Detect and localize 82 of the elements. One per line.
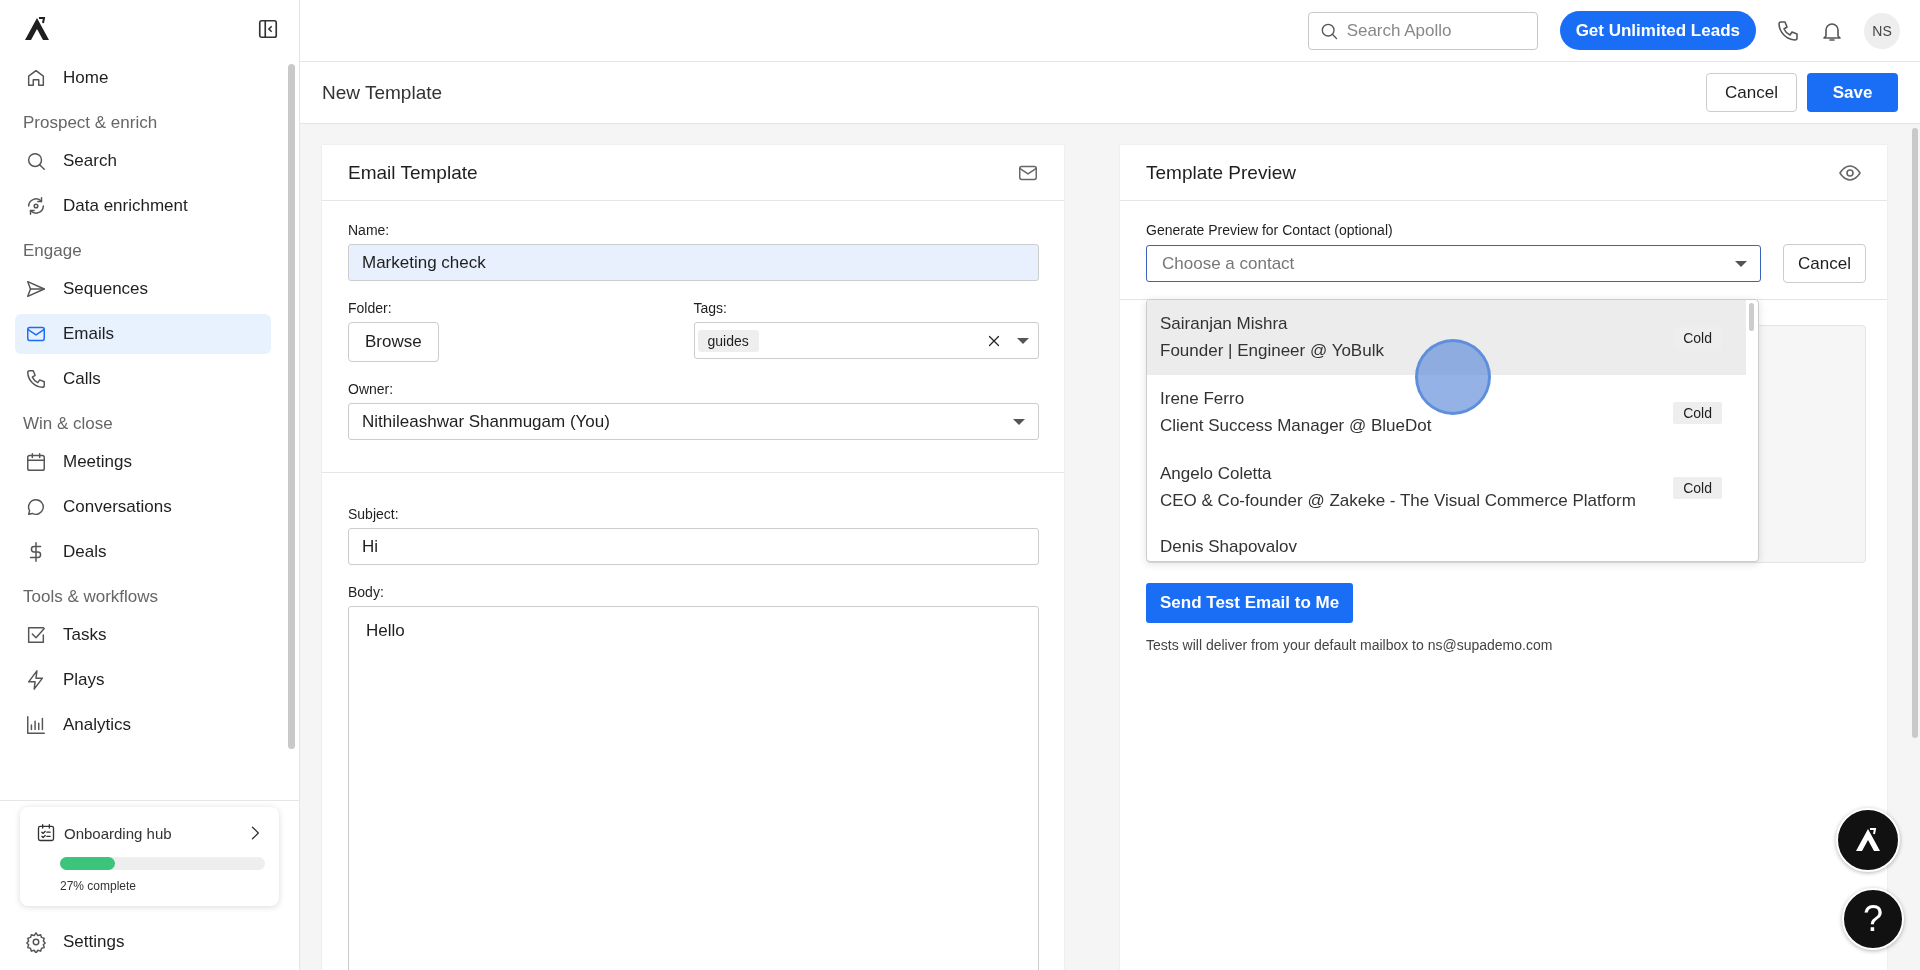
caret-icon bbox=[1017, 337, 1029, 344]
sidebar-item[interactable]: Data enrichment bbox=[15, 186, 271, 226]
field-label: Generate Preview for Contact (optional) bbox=[1146, 222, 1393, 238]
field-label: Subject: bbox=[348, 506, 399, 522]
body-text-area[interactable]: Hello bbox=[348, 606, 1039, 970]
caret-icon bbox=[1013, 418, 1025, 425]
status-tag: Cold bbox=[1673, 476, 1722, 499]
contact-title: CEO & Co-founder @ Zakeke - The Visual Commerce Platform bbox=[1160, 491, 1637, 511]
browse-button[interactable]: Browse bbox=[348, 322, 439, 362]
checklist-icon bbox=[36, 823, 56, 843]
onboarding-card[interactable]: Onboarding hub 27% complete bbox=[20, 807, 279, 906]
status-tag: Cold bbox=[1673, 401, 1722, 424]
owner-select[interactable]: Nithileashwar Shanmugam (You) bbox=[348, 403, 1039, 440]
cancel-button[interactable]: Cancel bbox=[1706, 73, 1797, 112]
sidebar-item[interactable]: Plays bbox=[15, 660, 271, 700]
field-label: Body: bbox=[348, 584, 384, 600]
contact-option[interactable]: Denis Shapovalov bbox=[1147, 525, 1746, 561]
card-title: Email Template bbox=[348, 161, 478, 184]
save-button[interactable]: Save bbox=[1807, 73, 1898, 112]
bar-chart-icon bbox=[25, 714, 47, 736]
contact-title: Client Success Manager @ BlueDot bbox=[1160, 416, 1433, 436]
checkbox-icon bbox=[25, 624, 47, 646]
scrollbar[interactable] bbox=[288, 64, 295, 749]
contact-name: Sairanjan Mishra bbox=[1160, 314, 1289, 334]
onboarding-title: Onboarding hub bbox=[64, 824, 173, 842]
caret-icon bbox=[1735, 260, 1748, 267]
sidebar-item[interactable]: Sequences bbox=[15, 269, 271, 309]
sidebar-item[interactable]: Conversations bbox=[15, 487, 271, 527]
sidebar-item[interactable]: Emails bbox=[15, 314, 271, 354]
phone-icon bbox=[25, 368, 47, 390]
contact-name: Denis Shapovalov bbox=[1160, 537, 1299, 557]
contact-name: Angelo Coletta bbox=[1160, 464, 1273, 484]
sidebar-item[interactable]: Search bbox=[15, 141, 271, 181]
sidebar-item[interactable]: Home bbox=[15, 58, 271, 98]
progress-text: 27% complete bbox=[60, 879, 137, 893]
user-avatar[interactable]: NS bbox=[1864, 12, 1900, 49]
field-label: Owner: bbox=[348, 381, 394, 397]
field-label: Folder: bbox=[348, 300, 392, 316]
sidebar-toggle-icon[interactable] bbox=[257, 18, 279, 40]
contact-option[interactable]: Irene Ferro Client Success Manager @ BlueDot Cold bbox=[1147, 375, 1746, 450]
sidebar-item[interactable]: Tasks bbox=[15, 615, 271, 655]
calendar-icon bbox=[25, 451, 47, 473]
sidebar-item[interactable]: Analytics bbox=[15, 705, 271, 745]
gear-icon bbox=[25, 931, 47, 953]
sidebar-item[interactable]: Deals bbox=[15, 532, 271, 572]
search-input[interactable]: Search Apollo bbox=[1344, 19, 1519, 42]
nav-section-heading: Prospect & enrich bbox=[22, 112, 159, 134]
field-label: Tags: bbox=[693, 300, 727, 316]
tag-chip: guides bbox=[697, 329, 759, 352]
sidebar-item[interactable]: Calls bbox=[15, 359, 271, 399]
contact-name: Irene Ferro bbox=[1160, 389, 1246, 409]
contact-select[interactable]: Choose a contact bbox=[1146, 245, 1762, 282]
helper-text: Tests will deliver from your default mailbox to ns@supademo.com bbox=[1146, 637, 1554, 653]
page-title: New Template bbox=[322, 81, 444, 104]
card-title: Template Preview bbox=[1146, 161, 1296, 184]
upgrade-button[interactable]: Get Unlimited Leads bbox=[1559, 11, 1756, 50]
search-field[interactable]: Search Apollo bbox=[1307, 11, 1538, 50]
send-icon bbox=[25, 278, 47, 300]
chat-bubble-icon bbox=[25, 496, 47, 518]
logo-icon bbox=[1855, 828, 1881, 852]
scrollbar[interactable] bbox=[1749, 303, 1754, 331]
phone-icon[interactable] bbox=[1776, 18, 1800, 43]
field-label: Name: bbox=[348, 222, 390, 238]
send-test-email-button[interactable]: Send Test Email to Me bbox=[1146, 583, 1354, 623]
tags-field[interactable]: guides bbox=[693, 322, 1039, 359]
sidebar-item[interactable]: Meetings bbox=[15, 442, 271, 482]
contact-option[interactable]: Sairanjan Mishra Founder | Engineer @ YoBulk Cold bbox=[1147, 300, 1746, 375]
nav-section-heading: Tools & workflows bbox=[22, 586, 160, 608]
nav-section-heading: Win & close bbox=[22, 413, 114, 435]
search-icon bbox=[25, 150, 47, 172]
nav-section-heading: Engage bbox=[22, 240, 83, 262]
subject-input-field[interactable]: Hi bbox=[348, 528, 1039, 565]
contact-title: Founder | Engineer @ YoBulk bbox=[1160, 341, 1385, 361]
scrollbar[interactable] bbox=[1912, 128, 1918, 738]
refresh-icon bbox=[25, 195, 47, 217]
sidebar-item[interactable]: Settings bbox=[15, 922, 284, 962]
logo-icon bbox=[24, 17, 50, 41]
home-icon bbox=[25, 67, 47, 89]
name-input-field[interactable]: Marketing check bbox=[348, 244, 1039, 281]
contact-search-input[interactable]: Choose a contact bbox=[1160, 252, 1736, 275]
contact-option[interactable]: Angelo Coletta CEO & Co-founder @ Zakeke - The Visual Commerce Platform Cold bbox=[1147, 450, 1746, 525]
cancel-button[interactable]: Cancel bbox=[1783, 244, 1866, 283]
